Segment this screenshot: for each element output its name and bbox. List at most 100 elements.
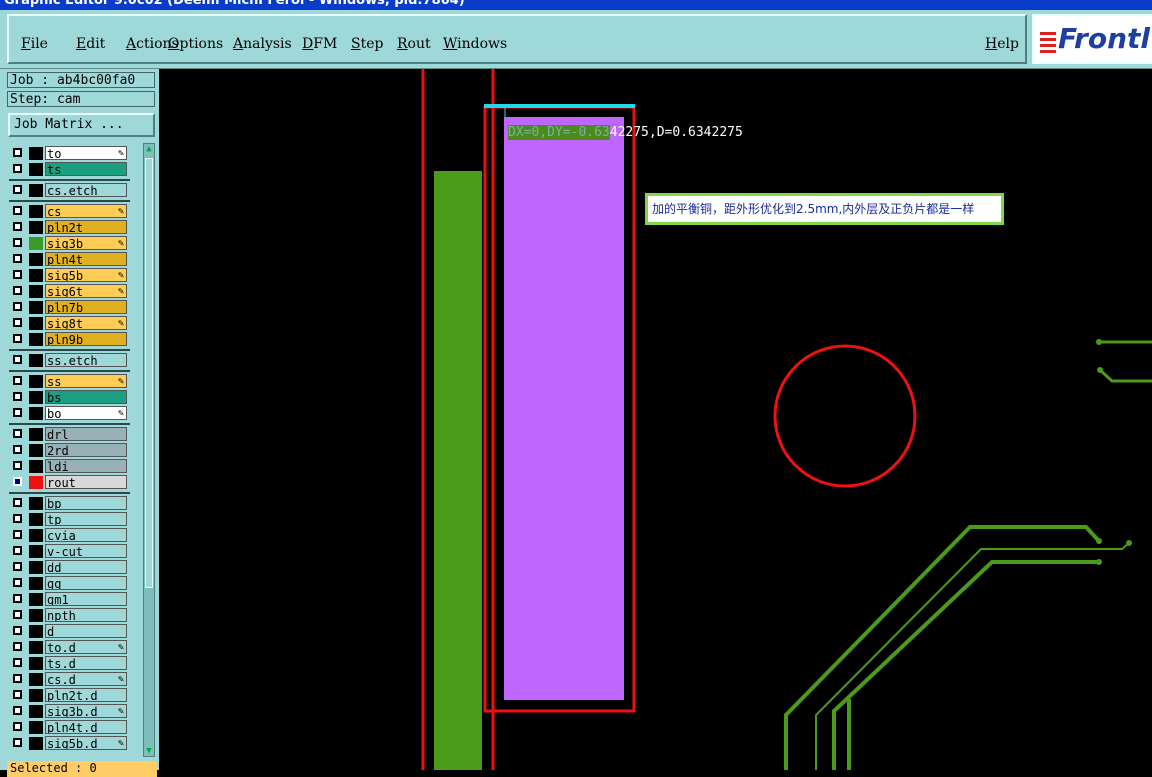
layer-color-swatch[interactable]: [29, 285, 43, 298]
layer-color-swatch[interactable]: [29, 609, 43, 622]
layer-name[interactable]: pln2t.d: [45, 688, 127, 702]
layer-row-ss-etch[interactable]: ss.etch: [9, 353, 129, 368]
layer-name[interactable]: gm1: [45, 592, 127, 606]
layer-checkbox[interactable]: [13, 164, 22, 173]
layer-color-swatch[interactable]: [29, 354, 43, 367]
layer-name[interactable]: gg: [45, 576, 127, 590]
layer-color-swatch[interactable]: [29, 529, 43, 542]
layer-color-swatch[interactable]: [29, 333, 43, 346]
layer-row-pln9b[interactable]: pln9b: [9, 332, 129, 347]
layer-row-tp[interactable]: tp: [9, 512, 129, 527]
layer-name[interactable]: ldi: [45, 459, 127, 473]
layer-checkbox[interactable]: [13, 477, 22, 486]
layer-checkbox[interactable]: [13, 722, 22, 731]
layer-checkbox[interactable]: [13, 546, 22, 555]
layer-color-swatch[interactable]: [29, 221, 43, 234]
menu-dfm[interactable]: DFM: [302, 36, 337, 52]
layer-name[interactable]: d: [45, 624, 127, 638]
layer-checkbox[interactable]: [13, 642, 22, 651]
layer-checkbox[interactable]: [13, 302, 22, 311]
layer-checkbox[interactable]: [13, 334, 22, 343]
layer-color-swatch[interactable]: [29, 253, 43, 266]
layer-name[interactable]: ss.etch: [45, 353, 127, 367]
layer-checkbox[interactable]: [13, 185, 22, 194]
layer-color-swatch[interactable]: [29, 561, 43, 574]
layer-row-gm1[interactable]: gm1: [9, 592, 129, 607]
layer-checkbox[interactable]: [13, 461, 22, 470]
menu-step[interactable]: Step: [351, 36, 383, 52]
layer-name[interactable]: bo ✎: [45, 406, 127, 420]
layer-checkbox[interactable]: [13, 206, 22, 215]
layer-row-cs-etch[interactable]: cs.etch: [9, 183, 129, 198]
scroll-up-icon[interactable]: ▲: [144, 144, 154, 154]
layer-checkbox[interactable]: [13, 674, 22, 683]
layer-color-swatch[interactable]: [29, 513, 43, 526]
scroll-down-icon[interactable]: ▼: [144, 746, 154, 756]
layer-name[interactable]: cs ✎: [45, 204, 127, 218]
layer-row-rout[interactable]: rout: [9, 475, 129, 490]
layer-color-swatch[interactable]: [29, 476, 43, 489]
layer-color-swatch[interactable]: [29, 301, 43, 314]
layer-row-gg[interactable]: gg: [9, 576, 129, 591]
layer-checkbox[interactable]: [13, 429, 22, 438]
layer-checkbox[interactable]: [13, 222, 22, 231]
layer-name[interactable]: 2rd: [45, 443, 127, 457]
layer-name[interactable]: bp: [45, 496, 127, 510]
layer-color-swatch[interactable]: [29, 593, 43, 606]
job-matrix-button[interactable]: Job Matrix ...: [8, 113, 155, 137]
layer-row-bs[interactable]: bs: [9, 390, 129, 405]
layer-name[interactable]: sig8t ✎: [45, 316, 127, 330]
layer-color-swatch[interactable]: [29, 625, 43, 638]
layer-name[interactable]: pln2t: [45, 220, 127, 234]
layer-row-sig3b-d[interactable]: sig3b.d ✎: [9, 704, 129, 719]
layer-color-swatch[interactable]: [29, 237, 43, 250]
layer-checkbox[interactable]: [13, 254, 22, 263]
layer-color-swatch[interactable]: [29, 689, 43, 702]
layer-color-swatch[interactable]: [29, 205, 43, 218]
layer-checkbox[interactable]: [13, 392, 22, 401]
layer-color-swatch[interactable]: [29, 269, 43, 282]
layer-name[interactable]: sig5b ✎: [45, 268, 127, 282]
layer-row-v-cut[interactable]: v-cut: [9, 544, 129, 559]
layer-color-swatch[interactable]: [29, 184, 43, 197]
layer-row-ts-d[interactable]: ts.d: [9, 656, 129, 671]
layer-color-swatch[interactable]: [29, 391, 43, 404]
layer-row-to[interactable]: to ✎: [9, 146, 129, 161]
layer-row-drl[interactable]: drl: [9, 427, 129, 442]
layer-color-swatch[interactable]: [29, 163, 43, 176]
layer-name[interactable]: rout: [45, 475, 127, 489]
layer-name[interactable]: npth: [45, 608, 127, 622]
layer-row-sig8t[interactable]: sig8t ✎: [9, 316, 129, 331]
layer-color-swatch[interactable]: [29, 737, 43, 750]
layer-row-sig5b-d[interactable]: sig5b.d ✎: [9, 736, 129, 751]
layer-name[interactable]: pln4t: [45, 252, 127, 266]
layer-row-npth[interactable]: npth: [9, 608, 129, 623]
layer-checkbox[interactable]: [13, 445, 22, 454]
layer-row-cs[interactable]: cs ✎: [9, 204, 129, 219]
layer-name[interactable]: to.d ✎: [45, 640, 127, 654]
layer-row-pln7b[interactable]: pln7b: [9, 300, 129, 315]
layer-row-sig3b[interactable]: sig3b ✎: [9, 236, 129, 251]
layer-checkbox[interactable]: [13, 270, 22, 279]
layer-color-swatch[interactable]: [29, 444, 43, 457]
layer-checkbox[interactable]: [13, 286, 22, 295]
layer-row-to-d[interactable]: to.d ✎: [9, 640, 129, 655]
menu-rout[interactable]: Rout: [397, 36, 431, 52]
layer-row-cvia[interactable]: cvia: [9, 528, 129, 543]
menu-options[interactable]: Options: [168, 36, 223, 52]
layer-color-swatch[interactable]: [29, 375, 43, 388]
layer-name[interactable]: sig3b ✎: [45, 236, 127, 250]
layer-name[interactable]: ss ✎: [45, 374, 127, 388]
layer-checkbox[interactable]: [13, 626, 22, 635]
layer-color-swatch[interactable]: [29, 657, 43, 670]
menu-windows[interactable]: Windows: [443, 36, 507, 52]
layer-row-ts[interactable]: ts: [9, 162, 129, 177]
layer-row-pln2t[interactable]: pln2t: [9, 220, 129, 235]
layer-checkbox[interactable]: [13, 514, 22, 523]
layer-name[interactable]: tp: [45, 512, 127, 526]
layer-name[interactable]: sig6t ✎: [45, 284, 127, 298]
layer-checkbox[interactable]: [13, 238, 22, 247]
layer-row-d[interactable]: d: [9, 624, 129, 639]
layer-name[interactable]: pln4t.d: [45, 720, 127, 734]
layer-row-sig6t[interactable]: sig6t ✎: [9, 284, 129, 299]
